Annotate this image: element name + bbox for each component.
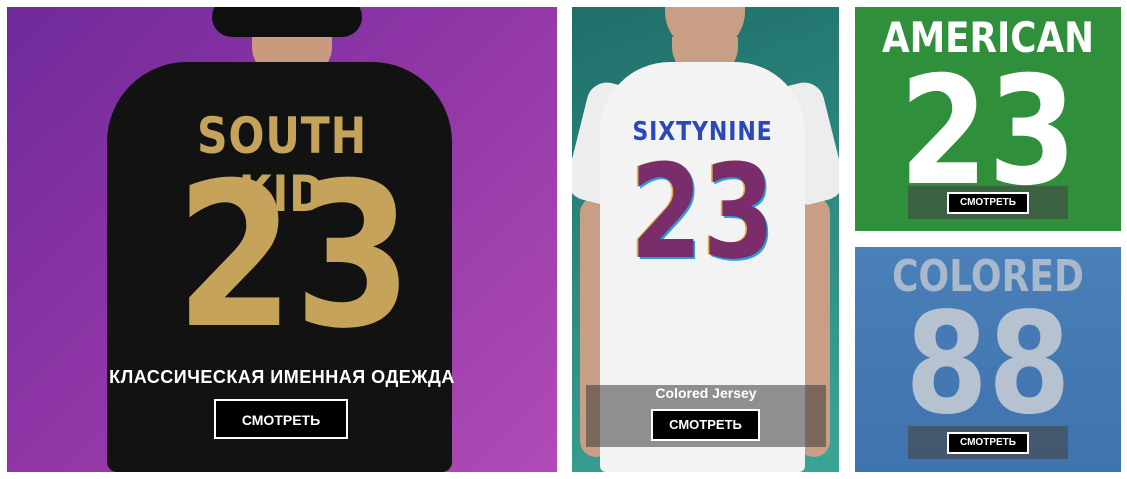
tile-title: КЛАССИЧЕСКАЯ ИМЕННАЯ ОДЕЖДА [109,367,455,387]
jersey-print-number: 23 [899,45,1077,219]
view-button[interactable]: СМОТРЕТЬ [214,399,348,439]
tile-title: Colored Jersey [655,385,757,401]
promo-tile-colored-jersey[interactable]: SIXTYNINE 23 Colored Jersey СМОТРЕТЬ [572,7,839,472]
jersey-print-number: 23 [630,136,775,288]
model-cap [212,7,362,37]
view-button[interactable]: СМОТРЕТЬ [947,432,1029,454]
promo-tile-colored-camo[interactable]: COLORED 88 СМОТРЕТЬ [855,247,1121,472]
promo-tile-american[interactable]: AMERICAN 23 СМОТРЕТЬ [855,7,1121,231]
promo-tile-classic-name-apparel[interactable]: SOUTH KID 23 КЛАССИЧЕСКАЯ ИМЕННАЯ ОДЕЖДА… [7,7,557,472]
view-button[interactable]: СМОТРЕТЬ [651,409,760,441]
view-button[interactable]: СМОТРЕТЬ [947,192,1029,214]
jersey-print-number: 23 [175,140,413,373]
jersey-print-number: 88 [905,283,1071,446]
